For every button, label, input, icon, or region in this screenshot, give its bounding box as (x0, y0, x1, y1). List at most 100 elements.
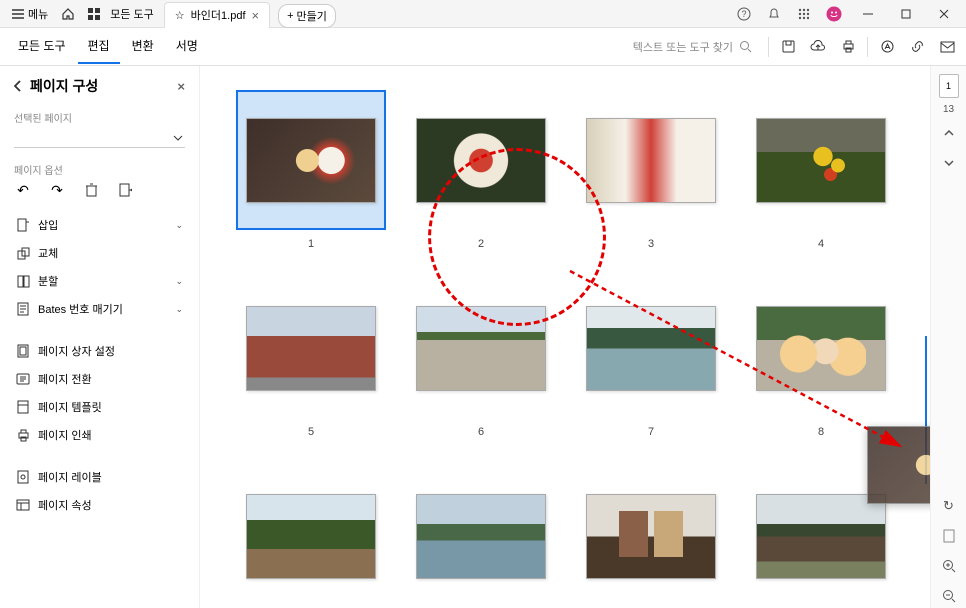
sidebar-item-bates[interactable]: Bates 번호 매기기 ⌄ (14, 295, 185, 323)
search-input[interactable]: 텍스트 또는 도구 찾기 (625, 35, 760, 59)
sidebar-item-transitions[interactable]: 페이지 전환 (14, 365, 185, 393)
divider (768, 37, 769, 57)
panel-header: 페이지 구성 × (14, 76, 185, 96)
all-tools-label: 모든 도구 (110, 6, 154, 22)
page-thumbnail-5[interactable]: 5 (236, 278, 386, 438)
page-thumbnail-10[interactable]: 10 (406, 466, 556, 608)
page-number: 4 (818, 238, 824, 250)
page-number: 5 (308, 426, 314, 438)
tab-sign[interactable]: 서명 (166, 29, 208, 64)
notification-icon[interactable] (760, 2, 788, 26)
zoom-in-icon[interactable] (937, 554, 961, 578)
sidebar-item-properties[interactable]: 페이지 속성 (14, 491, 185, 519)
create-label: 만들기 (297, 8, 327, 24)
plus-icon: + (287, 10, 293, 22)
apps-icon[interactable] (790, 2, 818, 26)
sidebar-item-templates[interactable]: 페이지 템플릿 (14, 393, 185, 421)
chevron-down-icon: ⌄ (175, 304, 183, 315)
sidebar-item-label: 분할 (38, 273, 58, 289)
page-thumbnail-3[interactable]: 3 (576, 90, 726, 250)
refresh-icon[interactable]: ↻ (937, 494, 961, 518)
sidebar-item-label: Bates 번호 매기기 (38, 301, 123, 317)
cloud-icon[interactable] (807, 36, 829, 58)
menu-button[interactable]: 메뉴 (6, 3, 54, 25)
search-icon (739, 40, 752, 53)
sidebar-item-label: 페이지 전환 (38, 371, 92, 387)
create-button[interactable]: + 만들기 (278, 4, 336, 28)
page-down-icon[interactable] (937, 151, 961, 175)
menu-label: 메뉴 (28, 6, 48, 22)
sidebar-item-label: 페이지 인쇄 (38, 427, 92, 443)
extract-icon[interactable] (116, 181, 134, 199)
page-thumbnail-6[interactable]: 6 (406, 278, 556, 438)
home-icon[interactable] (56, 2, 80, 26)
page-number: 2 (478, 238, 484, 250)
page-thumbnail-8[interactable]: 8 (746, 278, 896, 438)
bates-icon (16, 302, 30, 316)
sidebar-item-label: 페이지 템플릿 (38, 399, 102, 415)
page-thumbnail-9[interactable]: 9 (236, 466, 386, 608)
search-placeholder: 텍스트 또는 도구 찾기 (633, 39, 733, 55)
help-icon[interactable]: ? (730, 2, 758, 26)
sidebar-item-page-boxes[interactable]: 페이지 상자 설정 (14, 337, 185, 365)
selected-pages-dropdown[interactable] (14, 129, 185, 148)
tab-all-tools[interactable]: 모든 도구 (8, 29, 76, 64)
link-icon[interactable] (906, 36, 928, 58)
page-view-icon[interactable] (937, 524, 961, 548)
ai-icon[interactable] (876, 36, 898, 58)
page-number: 6 (478, 426, 484, 438)
page-number: 7 (648, 426, 654, 438)
page-number: 3 (648, 238, 654, 250)
back-icon[interactable] (14, 80, 22, 92)
close-window-button[interactable] (926, 0, 962, 28)
sidebar-item-replace[interactable]: 교체 (14, 239, 185, 267)
star-icon: ☆ (175, 9, 185, 22)
page-options-label: 페이지 옵션 (14, 162, 185, 177)
insert-icon (16, 218, 30, 232)
print-icon (16, 428, 30, 442)
mail-icon[interactable] (936, 36, 958, 58)
rotate-left-icon[interactable]: ↶ (14, 181, 32, 199)
page-box-icon (16, 344, 30, 358)
close-panel-icon[interactable]: × (177, 79, 185, 94)
panel-title: 페이지 구성 (30, 76, 98, 96)
page-thumbnail-7[interactable]: 7 (576, 278, 726, 438)
delete-icon[interactable] (82, 181, 100, 199)
page-thumbnail-1[interactable]: 1 (236, 90, 386, 250)
all-tools-icon[interactable] (82, 2, 106, 26)
sidebar-item-labels[interactable]: 페이지 레이블 (14, 463, 185, 491)
replace-icon (16, 246, 30, 260)
tab-convert[interactable]: 변환 (122, 29, 164, 64)
page-thumbnail-2[interactable]: 2 (406, 90, 556, 250)
sidebar-item-insert[interactable]: 삽입 ⌄ (14, 211, 185, 239)
current-page-indicator[interactable]: 1 (939, 74, 959, 98)
divider (867, 37, 868, 57)
page-up-icon[interactable] (937, 121, 961, 145)
sidebar-item-label: 페이지 레이블 (38, 469, 102, 485)
transition-icon (16, 372, 30, 386)
rotate-right-icon[interactable]: ↷ (48, 181, 66, 199)
save-icon[interactable] (777, 36, 799, 58)
template-icon (16, 400, 30, 414)
sidebar-item-label: 삽입 (38, 217, 58, 233)
sidebar-item-label: 페이지 속성 (38, 497, 92, 513)
tab-title: 바인더1.pdf (191, 7, 246, 23)
close-tab-icon[interactable]: × (252, 8, 260, 23)
svg-text:?: ? (741, 9, 746, 19)
minimize-button[interactable] (850, 0, 886, 28)
account-icon[interactable] (820, 2, 848, 26)
sidebar-item-label: 페이지 상자 설정 (38, 343, 115, 359)
sidebar-item-split[interactable]: 분할 ⌄ (14, 267, 185, 295)
selected-pages-label: 선택된 페이지 (14, 110, 185, 125)
maximize-button[interactable] (888, 0, 924, 28)
zoom-out-icon[interactable] (937, 584, 961, 608)
page-thumbnail-11[interactable]: 11 (576, 466, 726, 608)
tab-edit[interactable]: 편집 (78, 29, 120, 64)
sidebar-item-label: 교체 (38, 245, 58, 261)
sidebar-item-print[interactable]: 페이지 인쇄 (14, 421, 185, 449)
print-icon[interactable] (837, 36, 859, 58)
document-tab[interactable]: ☆ 바인더1.pdf × (164, 2, 270, 28)
page-number: 8 (818, 426, 824, 438)
chevron-down-icon: ⌄ (175, 276, 183, 287)
page-thumbnail-4[interactable]: 4 (746, 90, 896, 250)
